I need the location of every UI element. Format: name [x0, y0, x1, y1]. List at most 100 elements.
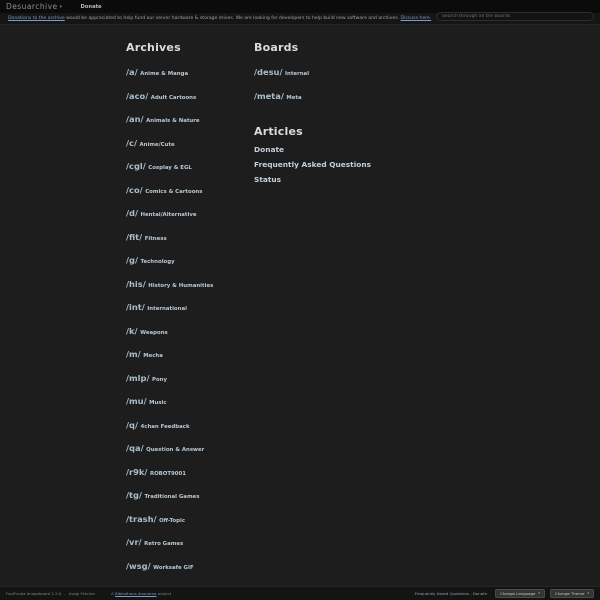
archive-board-link[interactable]: /g/Technology	[126, 250, 254, 266]
archive-board-link[interactable]: /his/History & Humanities	[126, 274, 254, 290]
archive-board-link[interactable]: /fit/Fitness	[126, 227, 254, 243]
archive-board-link[interactable]: /d/Hentai/Alternative	[126, 203, 254, 219]
articles-heading: Articles	[254, 124, 303, 138]
discuss-here-link[interactable]: Discuss here.	[401, 16, 432, 21]
board-tag: /c/	[126, 137, 137, 148]
page-footer: FoolFuuka Imageboard 2.2.0- Asagi Fetcher…	[0, 586, 600, 600]
footer-project-credit: A Bibliotheca Anonoma project	[111, 591, 171, 596]
archive-board-link[interactable]: /q/4chan Feedback	[126, 415, 254, 431]
search-input[interactable]	[436, 12, 594, 21]
board-desc: Worksafe GIF	[153, 564, 194, 571]
top-navbar: Desuarchive ▾ Donate	[0, 0, 600, 21]
board-link[interactable]: /meta/Meta	[254, 86, 474, 102]
banner-body: would be appreciated to help fund our se…	[64, 16, 401, 21]
board-desc: Animals & Nature	[146, 118, 200, 124]
change-theme-label: Change Theme	[554, 590, 585, 596]
archive-board-link[interactable]: /tg/Traditional Games	[126, 485, 254, 501]
board-desc: ROBOT9001	[149, 470, 187, 477]
board-desc: 4chan Feedback	[140, 423, 190, 430]
archive-board-link[interactable]: /qa/Question & Answer	[126, 438, 254, 454]
archive-board-link[interactable]: /a/Anime & Manga	[126, 62, 254, 78]
articles-list: Donate Frequently Asked Questions Status	[254, 145, 474, 184]
brand-label: Desuarchive	[6, 2, 58, 11]
board-desc: Internal	[284, 71, 310, 77]
board-tag: /his/	[126, 278, 146, 289]
board-tag: /int/	[126, 302, 145, 312]
change-theme-button[interactable]: Change Theme ▾	[549, 589, 594, 598]
archive-board-link[interactable]: /mlp/Pony	[126, 368, 254, 384]
archive-board-link[interactable]: /vr/Retro Games	[126, 532, 254, 548]
archives-column: Archives /a/Anime & Manga /aco/Adult Car…	[126, 41, 254, 586]
footer-quick-links[interactable]: Frequently Asked Questions - Donate	[415, 591, 487, 596]
board-tag: /a/	[126, 67, 138, 77]
board-desc: International	[147, 306, 187, 312]
article-link-donate[interactable]: Donate	[254, 145, 474, 153]
archive-board-link[interactable]: /k/Weapons	[126, 321, 254, 337]
page-root: Desuarchive▾ Donate Donations to the arc…	[0, 0, 600, 600]
bibliotheca-anonoma-link[interactable]: Bibliotheca Anonoma	[115, 591, 156, 596]
board-tag: /meta/	[254, 90, 284, 101]
board-desc: Fitness	[144, 235, 167, 242]
footer-separator: -	[64, 591, 66, 596]
board-tag: /desu/	[254, 67, 283, 77]
board-desc: Adult Cartoons	[150, 94, 197, 101]
board-tag: /mu/	[126, 396, 147, 406]
change-language-button[interactable]: Change Language ▾	[495, 589, 545, 598]
archive-board-link[interactable]: /an/Animals & Nature	[126, 109, 254, 125]
board-tag: /aco/	[126, 90, 149, 101]
board-tag: /r9k/	[126, 466, 148, 477]
board-tag: /cgl/	[126, 161, 146, 171]
board-desc: Comics & Cartoons	[145, 188, 203, 195]
board-tag: /d/	[126, 208, 138, 218]
board-tag: /g/	[126, 255, 138, 265]
banner-text: Donations to the archive would be apprec…	[8, 16, 431, 21]
donations-link[interactable]: Donations to the archive	[8, 16, 65, 21]
board-tag: /trash/	[126, 513, 157, 524]
archives-heading: Archives	[126, 41, 181, 54]
nav-item-donate[interactable]: Donate	[81, 4, 102, 10]
board-desc: Question & Answer	[146, 447, 205, 453]
chevron-down-icon: ▾	[587, 591, 589, 595]
footer-fetcher-name: Asagi Fetcher	[68, 591, 96, 596]
board-desc: Traditional Games	[144, 494, 200, 500]
board-tag: /qa/	[126, 443, 144, 453]
archive-board-link[interactable]: /c/Anime/Cute	[126, 133, 254, 149]
board-desc: Hentai/Alternative	[140, 212, 197, 218]
board-link[interactable]: /desu/Internal	[254, 62, 474, 78]
archive-board-link[interactable]: /mu/Music	[126, 391, 254, 407]
board-desc: Technology	[140, 259, 175, 265]
board-tag: /co/	[126, 184, 143, 195]
board-desc: Anime & Manga	[140, 71, 189, 77]
footer-software-name: FoolFuuka Imageboard 2.2.0	[6, 591, 62, 596]
boards-list: /desu/Internal /meta/Meta	[254, 62, 474, 102]
board-tag: /tg/	[126, 490, 142, 500]
archive-board-link[interactable]: /trash/Off-Topic	[126, 509, 254, 525]
board-tag: /an/	[126, 114, 144, 124]
footer-project-suffix: project	[156, 591, 172, 596]
archive-board-link[interactable]: /r9k/ROBOT9001	[126, 462, 254, 478]
boards-column: Boards /desu/Internal /meta/Meta Article…	[254, 41, 474, 586]
board-desc: History & Humanities	[148, 282, 214, 289]
archive-board-link[interactable]: /int/International	[126, 297, 254, 313]
archive-board-link[interactable]: /co/Comics & Cartoons	[126, 180, 254, 196]
footer-controls: Frequently Asked Questions - Donate Chan…	[415, 589, 594, 598]
footer-software-info: FoolFuuka Imageboard 2.2.0- Asagi Fetcher	[6, 591, 95, 596]
board-tag: /fit/	[126, 231, 143, 242]
change-language-label: Change Language	[500, 590, 536, 596]
archive-board-link[interactable]: /wsg/Worksafe GIF	[126, 556, 254, 572]
archive-board-link[interactable]: /aco/Adult Cartoons	[126, 86, 254, 102]
brand-logo[interactable]: Desuarchive ▾	[6, 2, 63, 11]
article-link-status[interactable]: Status	[254, 176, 474, 184]
archives-list: /a/Anime & Manga /aco/Adult Cartoons /an…	[126, 62, 254, 572]
archive-board-link[interactable]: /m/Mecha	[126, 344, 254, 360]
board-desc: Cosplay & EGL	[148, 165, 192, 171]
chevron-down-icon: ▾	[59, 4, 63, 10]
board-desc: Meta	[286, 94, 302, 101]
board-desc: Retro Games	[144, 541, 184, 547]
board-tag: /mlp/	[126, 372, 150, 383]
board-desc: Off-Topic	[159, 517, 186, 524]
archive-board-link[interactable]: /cgl/Cosplay & EGL	[126, 156, 254, 172]
chevron-down-icon: ▾	[538, 591, 540, 595]
board-desc: Anime/Cute	[139, 141, 175, 148]
article-link-faq[interactable]: Frequently Asked Questions	[254, 160, 474, 168]
